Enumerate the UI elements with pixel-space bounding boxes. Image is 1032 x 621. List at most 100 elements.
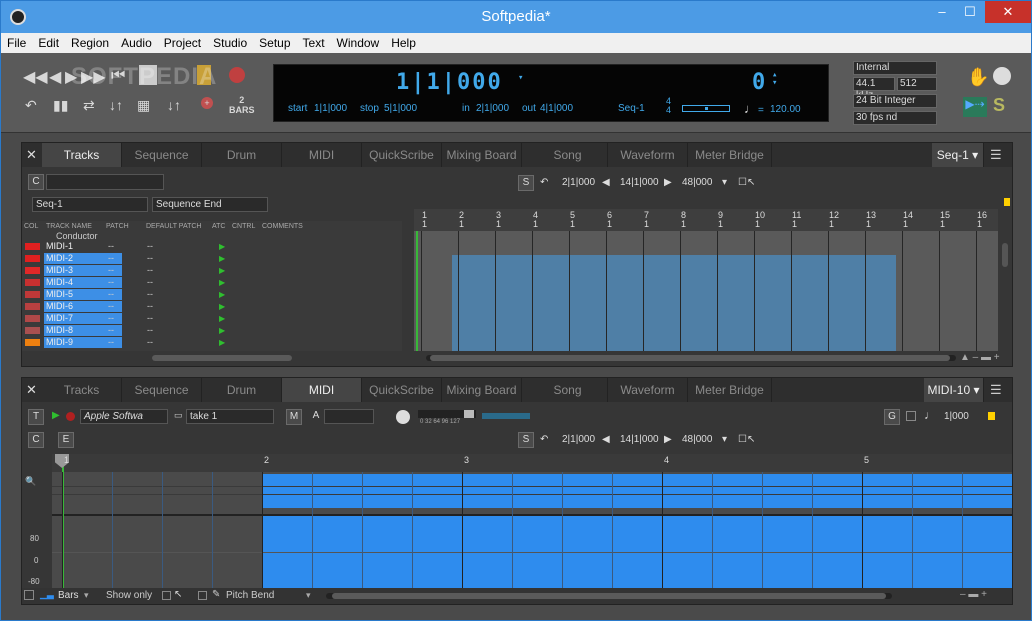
tab-quickscribe[interactable]: QuickScribe	[362, 378, 442, 402]
record-icon[interactable]	[229, 67, 245, 83]
close-panel-icon[interactable]: ✕	[26, 147, 37, 163]
play-enable-icon[interactable]: ▶	[219, 242, 225, 251]
menu-project[interactable]: Project	[158, 33, 207, 50]
loop-icon[interactable]: ⇄	[83, 97, 95, 114]
menu-edit[interactable]: Edit	[32, 33, 65, 50]
stop-value[interactable]: 5|1|000	[384, 103, 417, 114]
sample-rate[interactable]: 44.1 kHz	[853, 77, 895, 101]
track-patch[interactable]: --	[108, 265, 114, 275]
track-default-patch[interactable]: --	[147, 313, 153, 323]
minimize-button[interactable]: –	[929, 1, 955, 23]
show-only-checkbox[interactable]	[162, 591, 171, 600]
conductor-track[interactable]: Conductor	[56, 231, 98, 241]
sequence-menu[interactable]: Seq-1 ▾	[932, 143, 984, 167]
menu-studio[interactable]: Studio	[207, 33, 253, 50]
ruler-bar-number[interactable]: 5	[864, 456, 869, 465]
track-row[interactable]: MIDI-4 -- -- ▶	[24, 277, 402, 289]
ruler-bar-number[interactable]: 4	[664, 456, 669, 465]
track-color-swatch[interactable]	[25, 243, 40, 250]
pitch-bend-select[interactable]: Pitch Bend	[226, 590, 274, 601]
menu-audio[interactable]: Audio	[115, 33, 158, 50]
overdub-icon[interactable]: ↓↑	[109, 97, 123, 113]
track-default-patch[interactable]: --	[147, 241, 153, 251]
track-patch[interactable]: --	[108, 241, 114, 251]
track-list-scrollbar[interactable]	[152, 355, 292, 361]
pan-knob[interactable]	[396, 410, 410, 424]
chevron-down-icon[interactable]: ▾	[518, 73, 523, 83]
track-color-swatch[interactable]	[25, 315, 40, 322]
track-color-swatch[interactable]	[25, 279, 40, 286]
top-vertical-scrollbar[interactable]	[1002, 243, 1008, 267]
start-value[interactable]: 1|1|000	[314, 103, 347, 114]
locate-start[interactable]: 2|1|000	[562, 431, 595, 449]
track-menu[interactable]: MIDI-10 ▾	[924, 378, 984, 402]
track-color-swatch[interactable]	[25, 339, 40, 346]
hand-icon[interactable]: ✋	[967, 67, 989, 88]
metronome-icon[interactable]: ▦	[137, 97, 150, 114]
track-patch[interactable]: --	[108, 313, 114, 323]
snap-button[interactable]: S	[518, 432, 534, 448]
cursor-tool-icon[interactable]: ☐↖	[738, 431, 755, 449]
track-default-patch[interactable]: --	[147, 325, 153, 335]
dropdown-icon[interactable]: ▾	[722, 431, 727, 449]
track-row[interactable]: MIDI-1 -- -- ▶	[24, 241, 402, 253]
tab-meter-bridge[interactable]: Meter Bridge	[688, 143, 772, 167]
menu-file[interactable]: File	[1, 33, 32, 50]
track-color-swatch[interactable]	[25, 255, 40, 262]
grid-toggle-icon[interactable]	[24, 590, 34, 600]
a-button[interactable]: A	[308, 409, 324, 425]
tab-waveform[interactable]: Waveform	[608, 143, 688, 167]
track-default-patch[interactable]: --	[147, 253, 153, 263]
tab-drum[interactable]: Drum	[202, 143, 282, 167]
tab-sequence[interactable]: Sequence	[122, 143, 202, 167]
menu-window[interactable]: Window	[331, 33, 386, 50]
selection-region[interactable]	[452, 255, 896, 351]
left-arrow-icon[interactable]: ◀	[602, 431, 610, 449]
track-patch[interactable]: --	[108, 253, 114, 263]
track-row[interactable]: MIDI-2 -- -- ▶	[24, 253, 402, 265]
close-button[interactable]: ✕	[985, 1, 1031, 23]
tab-midi[interactable]: MIDI	[282, 143, 362, 167]
tempo-slider[interactable]	[682, 105, 730, 112]
panel-menu-icon[interactable]: ☰	[990, 147, 1002, 163]
close-panel-icon[interactable]: ✕	[26, 382, 37, 398]
zoom-icon[interactable]: 🔍	[25, 476, 36, 487]
play-enable-icon[interactable]: ▶	[219, 254, 225, 263]
track-default-patch[interactable]: --	[147, 337, 153, 347]
frame-rate-select[interactable]: 30 fps nd	[853, 111, 937, 125]
top-zoom-controls[interactable]: ▲ – ▬ +	[960, 352, 1000, 363]
filter-field[interactable]	[46, 174, 164, 190]
tab-meter-bridge[interactable]: Meter Bridge	[688, 378, 772, 402]
tab-drum[interactable]: Drum	[202, 378, 282, 402]
chevron-down-icon[interactable]: ▾	[306, 590, 311, 601]
track-patch[interactable]: --	[108, 289, 114, 299]
top-h-scrollbar[interactable]	[426, 355, 956, 361]
tab-waveform[interactable]: Waveform	[608, 378, 688, 402]
menu-region[interactable]: Region	[65, 33, 115, 50]
tab-song[interactable]: Song	[528, 143, 608, 167]
out-value[interactable]: 4|1|000	[540, 103, 573, 114]
ruler-bar-number[interactable]: 1	[64, 456, 69, 465]
track-row[interactable]: MIDI-6 -- -- ▶	[24, 301, 402, 313]
volume-fader[interactable]	[418, 410, 476, 418]
rewind-icon[interactable]: ◀◀	[23, 67, 48, 87]
track-color-swatch[interactable]	[25, 303, 40, 310]
track-row[interactable]: MIDI-8 -- -- ▶	[24, 325, 402, 337]
grid-value[interactable]: 1|000	[944, 411, 969, 422]
track-row[interactable]: MIDI-3 -- -- ▶	[24, 265, 402, 277]
chevron-down-icon[interactable]: ▾	[84, 590, 89, 601]
right-arrow-icon[interactable]: ▶	[664, 174, 672, 192]
t-button[interactable]: T	[28, 409, 44, 425]
meter-display[interactable]: 44	[666, 97, 671, 115]
sync-icon[interactable]: S	[993, 95, 1005, 116]
menu-help[interactable]: Help	[385, 33, 422, 50]
bottom-zoom-controls[interactable]: – ▬ +	[960, 589, 987, 600]
bars-select[interactable]: Bars	[58, 590, 79, 601]
play-enable-icon[interactable]: ▶	[52, 410, 60, 421]
instrument-select[interactable]: Apple Softwa	[80, 409, 168, 424]
countoff-icon[interactable]: ↓↑	[167, 97, 181, 113]
in-value[interactable]: 2|1|000	[476, 103, 509, 114]
e-button[interactable]: E	[58, 432, 74, 448]
buffer-size[interactable]: 512	[897, 77, 937, 91]
clock-icon[interactable]	[993, 67, 1011, 85]
